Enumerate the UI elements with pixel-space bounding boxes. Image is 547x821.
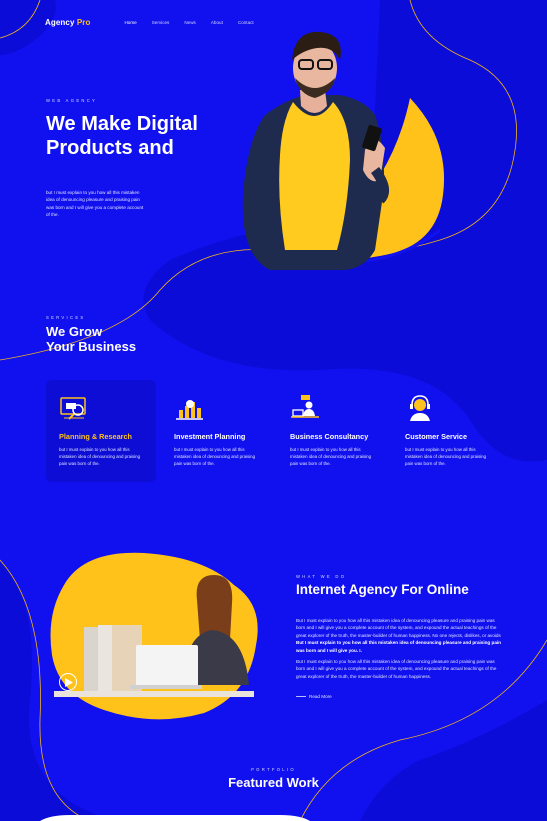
about-image	[50, 552, 258, 720]
services-title: We Grow Your Business	[46, 324, 196, 354]
planning-research-icon	[60, 397, 86, 420]
service-text-planning: but I must explain to you how all this m…	[59, 447, 141, 466]
logo-accent: Pro	[76, 17, 91, 27]
hero-text: but I must explain to you how all this m…	[46, 190, 144, 218]
portfolio-kicker: PORTFOLIO	[251, 767, 296, 772]
logo[interactable]: Agency Pro	[45, 18, 90, 27]
nav-item-about[interactable]: About	[211, 20, 223, 25]
nav-item-home[interactable]: Home	[124, 20, 136, 25]
service-title-customer: Customer Service	[405, 432, 468, 441]
service-text-investment: but I must explain to you how all this m…	[174, 447, 256, 466]
about-kicker: WHAT WE DO	[296, 574, 347, 579]
customer-service-icon	[410, 395, 430, 421]
service-title-planning: Planning & Research	[59, 432, 132, 441]
service-text-consultancy: but I must explain to you how all this m…	[290, 447, 372, 466]
service-card-investment[interactable]: Investment Planning but I must explain t…	[161, 380, 271, 482]
service-card-consultancy[interactable]: Business Consultancy but I must explain …	[277, 380, 387, 482]
service-card-planning[interactable]: Planning & Research but I must explain t…	[46, 380, 156, 482]
read-more-link[interactable]: Read More	[296, 694, 332, 699]
services-kicker: SERVICES	[46, 315, 86, 320]
services-title-line1: We Grow	[46, 324, 103, 339]
about-text-2: But I must explain to you how all this m…	[296, 659, 497, 679]
about-text-1-bold: But I must explain to you how all this m…	[296, 640, 501, 653]
portfolio-title: Featured Work	[228, 775, 319, 790]
play-icon	[65, 678, 73, 687]
hero-kicker: WEB AGENCY	[46, 98, 98, 103]
business-consultancy-icon	[291, 395, 319, 418]
about-title: Internet Agency For Online	[296, 582, 469, 597]
landing-page: Agency Pro Home Services News About Cont…	[0, 0, 547, 821]
read-more-line	[296, 696, 306, 697]
service-title-consultancy: Business Consultancy	[290, 432, 369, 441]
service-text-customer: but I must explain to you how all this m…	[405, 447, 487, 466]
service-title-investment: Investment Planning	[174, 432, 246, 441]
hero-image	[242, 31, 445, 270]
logo-main: Agency	[45, 17, 75, 27]
nav-item-services[interactable]: Services	[152, 20, 170, 25]
about-text-1: But I must explain to you how all this m…	[296, 617, 504, 654]
investment-planning-icon	[176, 400, 203, 420]
services-title-line2: Your Business	[46, 339, 137, 354]
read-more-label: Read More	[309, 694, 332, 699]
play-video-button[interactable]	[59, 673, 77, 691]
nav-item-news[interactable]: News	[184, 20, 196, 25]
about-text-1-body: But I must explain to you how all this m…	[296, 618, 501, 638]
service-card-customer[interactable]: Customer Service but I must explain to y…	[392, 380, 502, 482]
